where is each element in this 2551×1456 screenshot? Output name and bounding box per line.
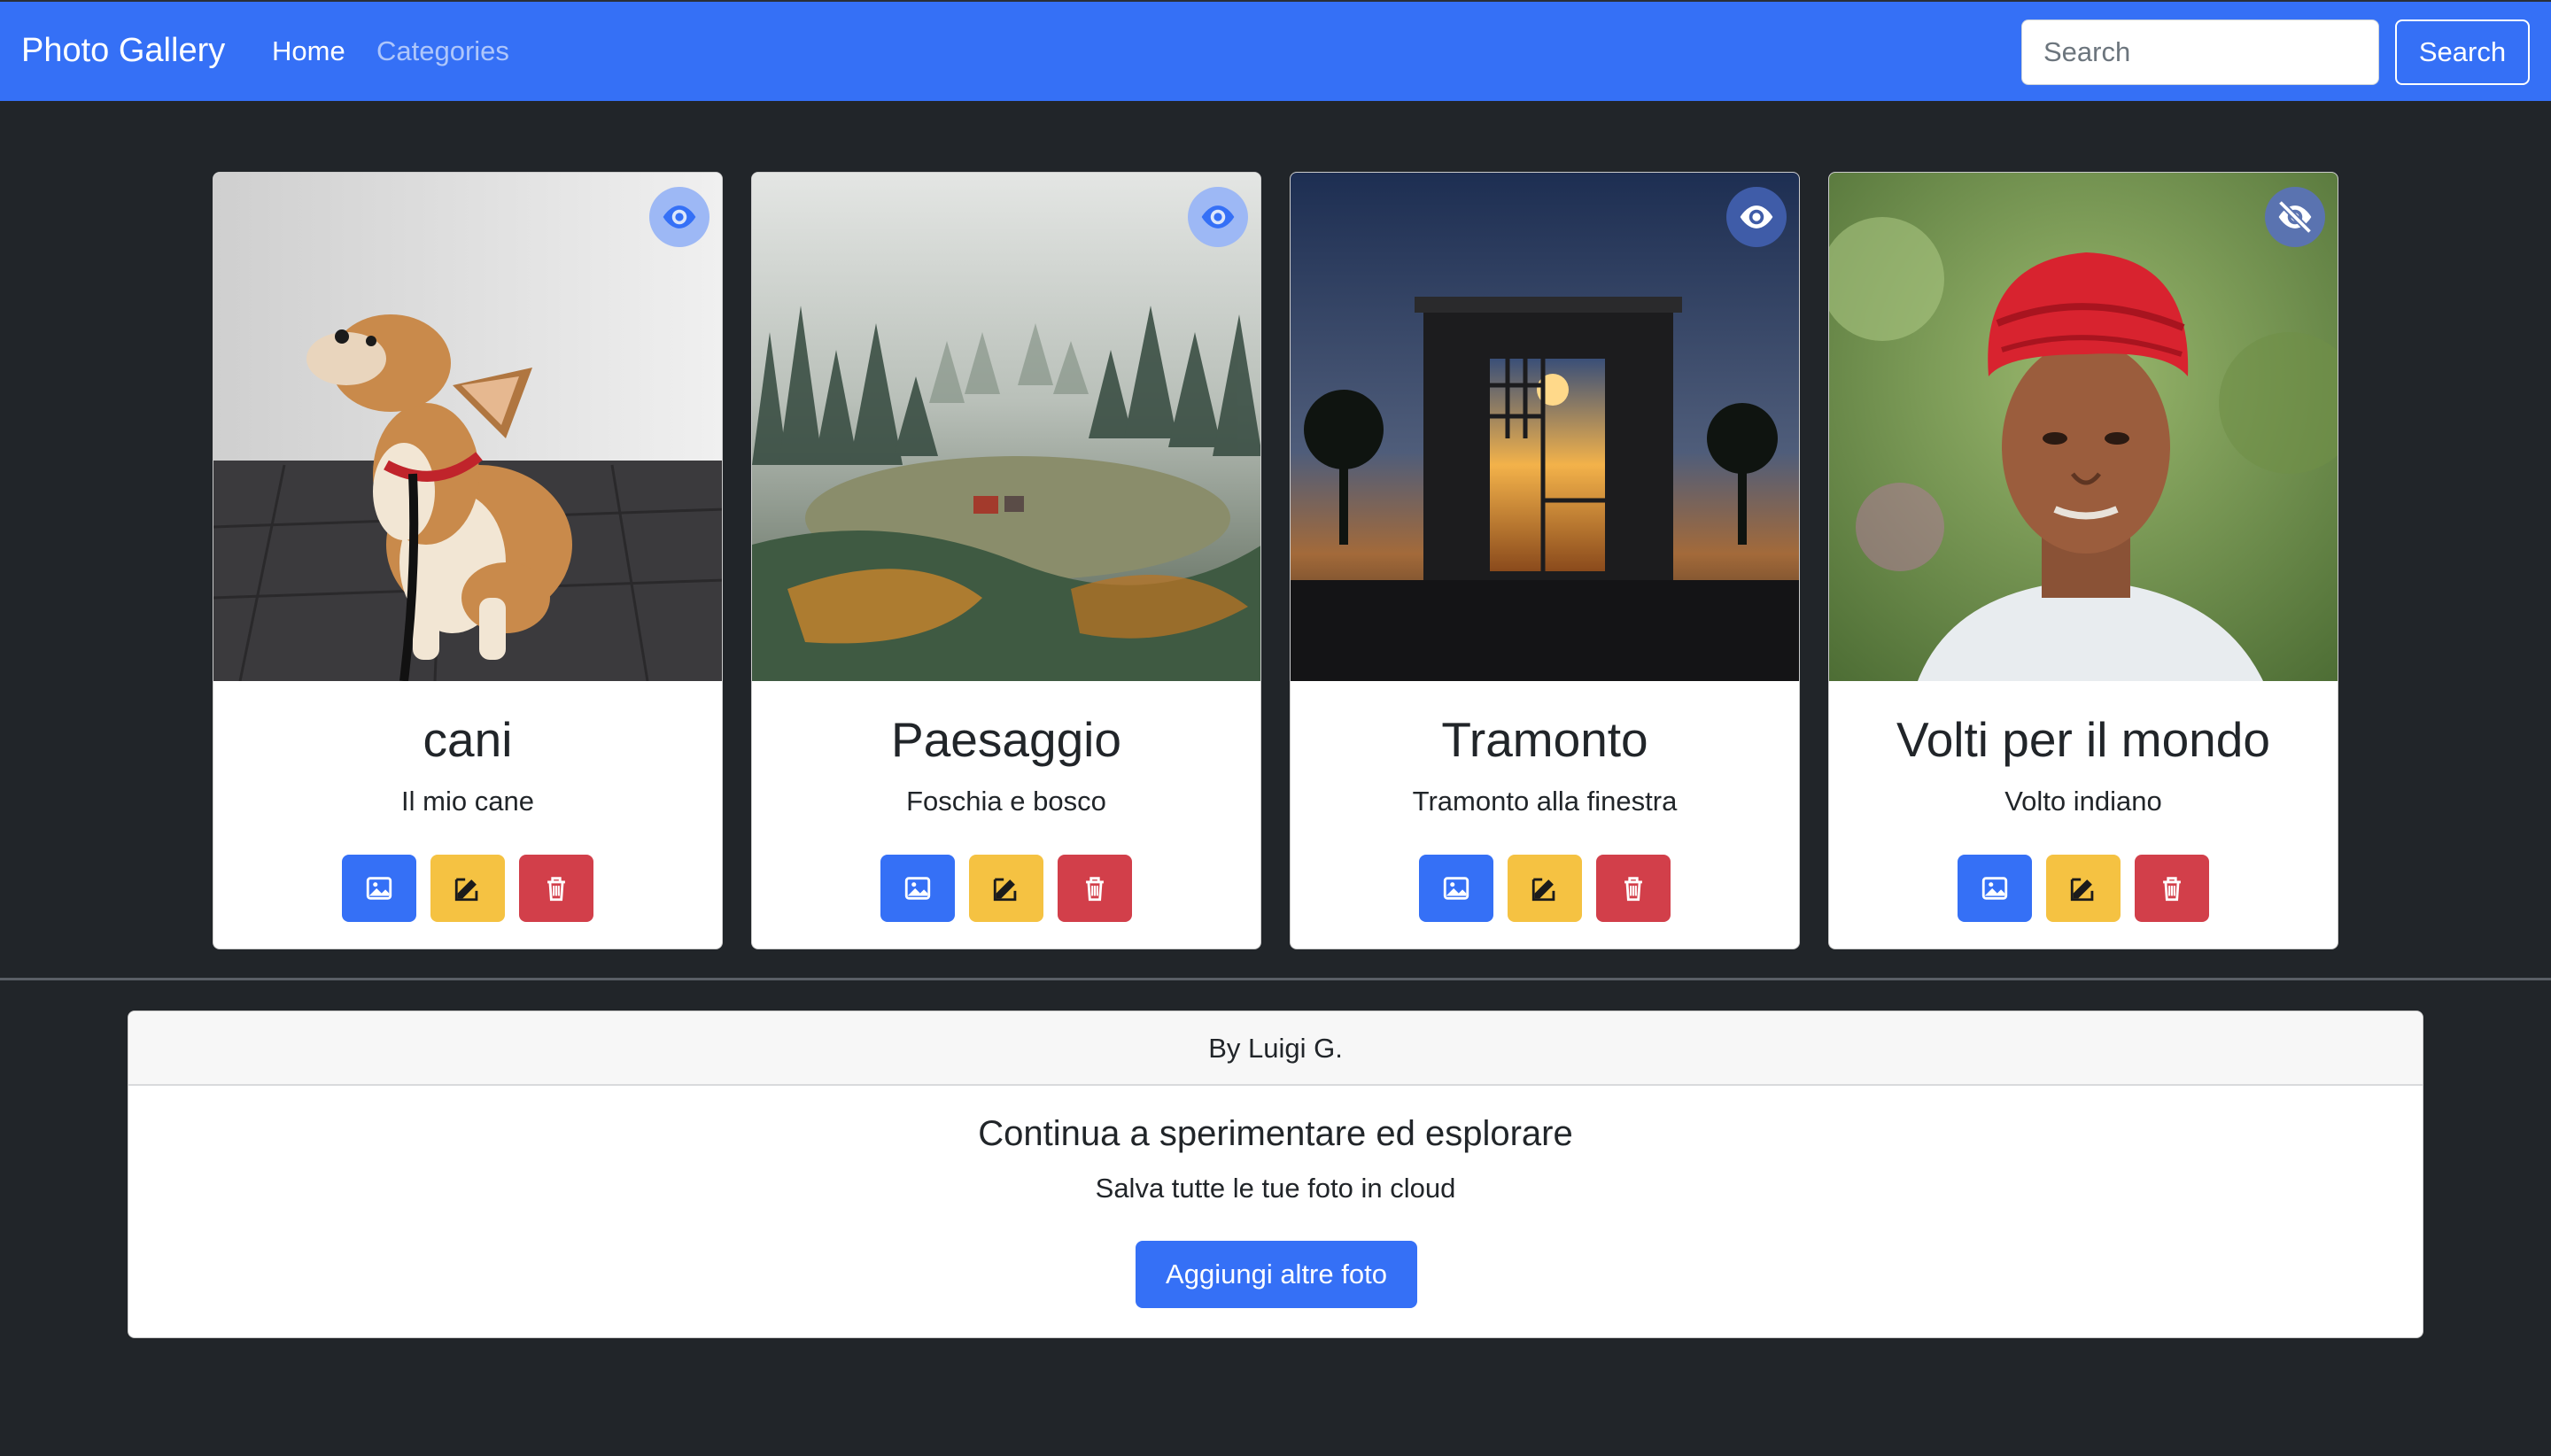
trash-icon: [1086, 877, 1104, 902]
edit-button[interactable]: [1508, 855, 1582, 922]
add-photos-button[interactable]: Aggiungi altre foto: [1136, 1241, 1417, 1308]
footer-title: Continua a sperimentare ed esplorare: [978, 1114, 1573, 1153]
card-description: Foschia e bosco: [906, 786, 1106, 817]
nav-link-home[interactable]: Home: [272, 35, 345, 67]
brand-logo[interactable]: Photo Gallery: [21, 32, 225, 70]
eye-slash-icon[interactable]: [2265, 187, 2325, 247]
card-description: Volto indiano: [2004, 786, 2162, 817]
delete-button[interactable]: [1596, 855, 1671, 922]
card-title: Paesaggio: [891, 712, 1121, 767]
trash-icon: [547, 877, 565, 902]
footer-card: By Luigi G. Continua a sperimentare ed e…: [128, 1011, 2423, 1338]
edit-button[interactable]: [2046, 855, 2121, 922]
view-image-button[interactable]: [1958, 855, 2032, 922]
view-image-button[interactable]: [1419, 855, 1493, 922]
card-title: cani: [423, 712, 513, 767]
section-divider: [0, 978, 2551, 980]
footer-text: Salva tutte le tue foto in cloud: [1095, 1173, 1456, 1204]
trash-icon: [2163, 877, 2181, 902]
edit-icon: [454, 878, 478, 902]
card-actions: [752, 855, 1260, 922]
card-image-sunset[interactable]: [1291, 173, 1799, 681]
card-actions: [213, 855, 722, 922]
card-description: Il mio cane: [401, 786, 534, 817]
eye-icon[interactable]: [1188, 187, 1248, 247]
image-icon: [366, 877, 392, 900]
edit-icon: [993, 878, 1017, 902]
delete-button[interactable]: [2135, 855, 2209, 922]
image-icon: [904, 877, 931, 900]
view-image-button[interactable]: [880, 855, 955, 922]
card-image-portrait[interactable]: [1829, 173, 2338, 681]
card-title: Volti per il mondo: [1896, 712, 2270, 767]
photo-card: cani Il mio cane: [213, 172, 723, 949]
search-button[interactable]: Search: [2395, 19, 2530, 85]
nav-link-categories[interactable]: Categories: [376, 35, 509, 67]
search-input[interactable]: [2021, 19, 2379, 85]
photo-card: Volti per il mondo Volto indiano: [1828, 172, 2338, 949]
edit-button[interactable]: [969, 855, 1043, 922]
navbar: Photo Gallery Home Categories Search: [0, 0, 2551, 101]
edit-icon: [2070, 878, 2094, 902]
footer-header: By Luigi G.: [128, 1011, 2423, 1086]
card-actions: [1291, 855, 1799, 922]
card-image-forest[interactable]: [752, 173, 1260, 681]
trash-icon: [1624, 877, 1642, 902]
image-icon: [1981, 877, 2008, 900]
photo-card: Tramonto Tramonto alla finestra: [1290, 172, 1800, 949]
delete-button[interactable]: [1058, 855, 1132, 922]
card-title: Tramonto: [1441, 712, 1648, 767]
eye-icon[interactable]: [649, 187, 709, 247]
card-description: Tramonto alla finestra: [1412, 786, 1678, 817]
card-image-dog[interactable]: [213, 173, 722, 681]
edit-button[interactable]: [430, 855, 505, 922]
eye-icon[interactable]: [1726, 187, 1787, 247]
photo-card: Paesaggio Foschia e bosco: [751, 172, 1261, 949]
edit-icon: [1531, 878, 1555, 902]
view-image-button[interactable]: [342, 855, 416, 922]
image-icon: [1443, 877, 1469, 900]
delete-button[interactable]: [519, 855, 593, 922]
card-actions: [1829, 855, 2338, 922]
